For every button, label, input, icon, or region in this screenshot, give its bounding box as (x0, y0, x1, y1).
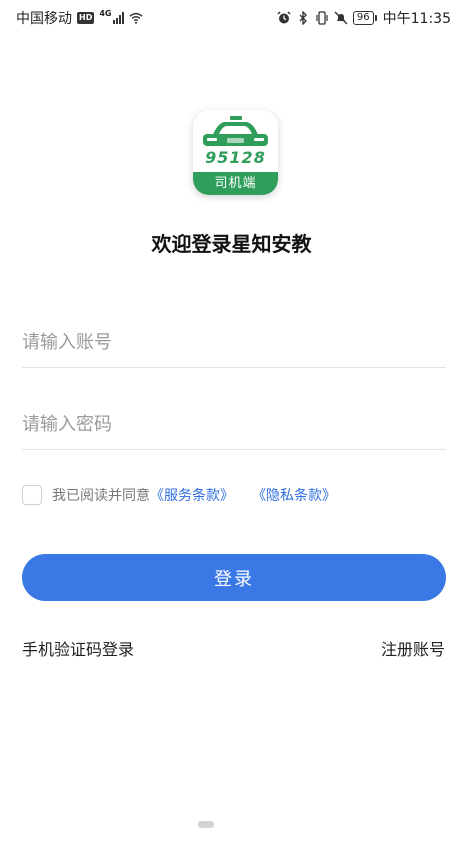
network-type: 4G (99, 8, 112, 18)
status-time: 中午11:35 (382, 11, 451, 27)
alarm-icon (277, 11, 291, 24)
mute-icon (334, 11, 348, 25)
agreement-row: 我已阅读并同意 《服务条款》 《隐私条款》 (22, 483, 336, 507)
status-left: 中国移动 HD 4G (16, 8, 144, 28)
login-screen: 中国移动 HD 4G 96 中午11:35 95128 司机端 欢迎登录星知安教… (0, 0, 463, 844)
vibrate-icon (316, 11, 328, 25)
app-logo: 95128 司机端 (193, 110, 278, 195)
status-right: 96 中午11:35 (277, 8, 451, 28)
agreement-checkbox[interactable] (22, 485, 42, 505)
wifi-icon (129, 12, 144, 24)
agreement-text: 我已阅读并同意 (52, 488, 150, 504)
account-field-row (22, 318, 446, 368)
battery-indicator: 96 (352, 11, 377, 25)
bluetooth-icon (299, 11, 307, 25)
terms-link[interactable]: 《服务条款》 (150, 485, 234, 505)
login-button[interactable]: 登录 (22, 554, 446, 601)
logo-caption: 司机端 (193, 172, 278, 195)
carrier-name: 中国移动 (16, 11, 72, 27)
home-indicator[interactable] (198, 821, 214, 828)
page-title: 欢迎登录星知安教 (151, 232, 312, 256)
password-field-row (22, 400, 446, 450)
sms-login-link[interactable]: 手机验证码登录 (22, 636, 134, 660)
hd-badge: HD (77, 12, 95, 24)
account-input[interactable] (22, 318, 446, 367)
status-bar: 中国移动 HD 4G 96 中午11:35 (0, 0, 463, 36)
logo-number: 95128 (205, 148, 266, 167)
privacy-link[interactable]: 《隐私条款》 (252, 485, 336, 505)
password-input[interactable] (22, 400, 446, 449)
register-link[interactable]: 注册账号 (381, 636, 445, 660)
signal-icon (113, 12, 125, 24)
